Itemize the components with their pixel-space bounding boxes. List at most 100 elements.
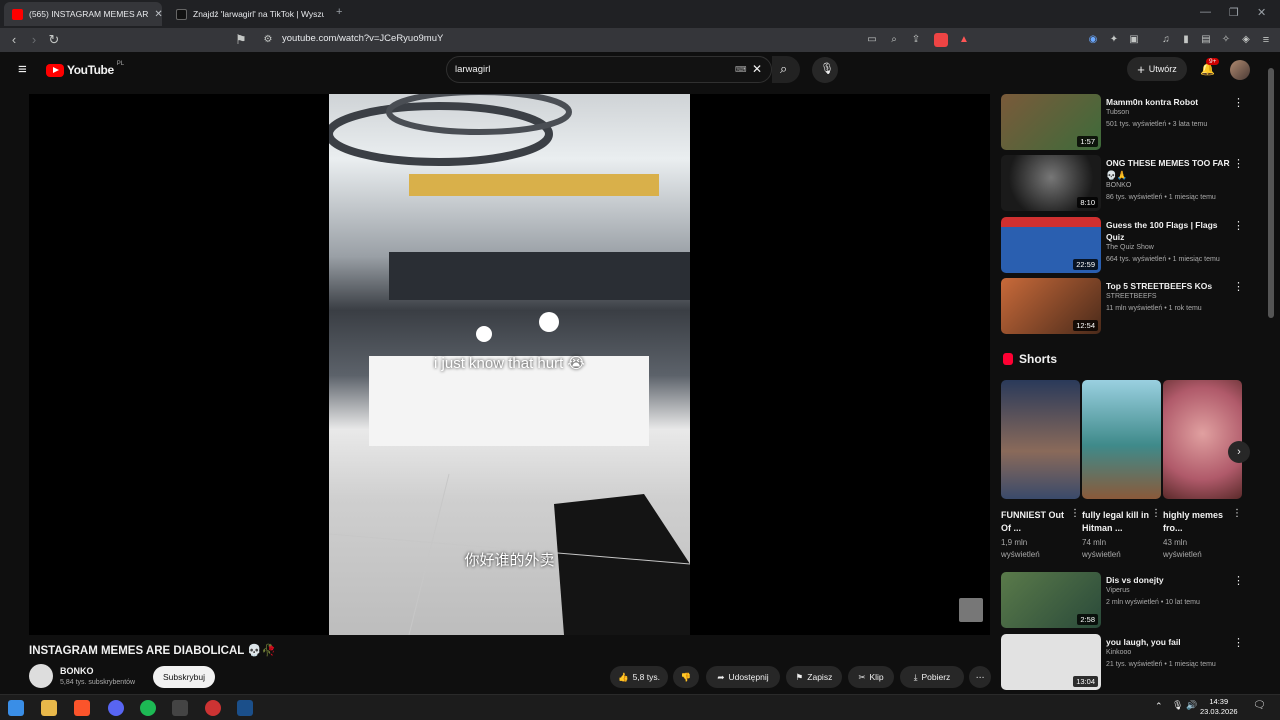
video-thumbnail[interactable]: 1:57 [1001, 94, 1101, 150]
video-title[interactable]: Mamm0n kontra Robot [1106, 96, 1231, 108]
cast-icon[interactable]: ▭ [864, 32, 880, 48]
voice-search-button[interactable]: 🎙 [812, 57, 838, 83]
video-title[interactable]: Guess the 100 Flags | Flags Quiz [1106, 219, 1231, 243]
more-vertical-icon[interactable]: ⋮ [1151, 508, 1161, 519]
channel-watermark-icon[interactable] [959, 598, 983, 622]
audio-playing-icon[interactable]: ◉ [1085, 32, 1101, 48]
forward-icon[interactable]: › [26, 32, 42, 48]
search-button[interactable]: ⌕ [772, 56, 800, 83]
channel-name[interactable]: BONKO [60, 666, 94, 676]
tray-chevron-up-icon[interactable]: ⌃ [1155, 701, 1163, 712]
recommendation-item[interactable]: 1:57 Mamm0n kontra Robot Tubson 501 tys.… [1001, 94, 1251, 152]
url-field[interactable]: youtube.com/watch?v=JCeRyuo9muY [282, 33, 443, 44]
tab-tiktok[interactable]: Znajdź 'larwagirl' na TikTok | Wyszuk [168, 2, 324, 26]
recommendation-item[interactable]: 13:04 you laugh, you fail Kinkooo 21 tys… [1001, 634, 1251, 692]
video-title[interactable]: you laugh, you fail [1106, 636, 1231, 648]
spotify-icon[interactable] [140, 700, 156, 716]
more-vertical-icon[interactable]: ⋮ [1233, 219, 1244, 232]
more-vertical-icon[interactable]: ⋮ [1233, 574, 1244, 587]
search-input[interactable]: larwagirl [455, 64, 490, 75]
more-vertical-icon[interactable]: ⋮ [1233, 280, 1244, 293]
vpn-icon[interactable]: ◈ [1238, 32, 1254, 48]
short-thumbnail[interactable] [1082, 380, 1161, 499]
download-button[interactable]: ⤓ Pobierz [900, 666, 964, 688]
wallet-icon[interactable]: ▤ [1198, 32, 1214, 48]
clear-search-icon[interactable]: ✕ [752, 62, 762, 76]
channel-name[interactable]: Kinkooo [1106, 649, 1131, 656]
close-window-icon[interactable]: ✕ [1257, 6, 1266, 19]
screenshot-icon[interactable]: ▣ [1126, 32, 1142, 48]
short-thumbnail[interactable] [1163, 380, 1242, 499]
discord-icon[interactable] [108, 700, 124, 716]
video-player[interactable]: i just know that hurt 😭 你好谁的外卖 [29, 94, 990, 635]
short-title[interactable]: highly memes fro... [1163, 509, 1231, 535]
search-box[interactable]: larwagirl ⌨ ✕ [446, 56, 772, 83]
short-title[interactable]: FUNNIEST Out Of ... [1001, 509, 1069, 535]
notification-center-icon[interactable]: 🗨 [1253, 700, 1266, 711]
new-tab-button[interactable]: + [336, 6, 342, 18]
back-icon[interactable]: ‹ [6, 32, 22, 48]
short-item[interactable]: FUNNIEST Out Of ... 1,9 mln wyświetleń ⋮ [1001, 380, 1080, 561]
hamburger-menu-icon[interactable]: ≡ [18, 61, 27, 78]
youtube-logo[interactable]: YouTube PL [46, 61, 124, 77]
video-frame[interactable]: i just know that hurt 😭 你好谁的外卖 [329, 94, 690, 635]
account-avatar[interactable] [1230, 60, 1250, 80]
recommendation-item[interactable]: 12:54 Top 5 STREETBEEFS KOs STREETBEEFS … [1001, 278, 1251, 336]
short-thumbnail[interactable] [1001, 380, 1080, 499]
channel-name[interactable]: Tubson [1106, 109, 1129, 116]
subscribe-button[interactable]: Subskrybuj [153, 666, 215, 688]
extensions-icon[interactable]: ✦ [1106, 32, 1122, 48]
channel-name[interactable]: BONKO [1106, 182, 1131, 189]
file-explorer-icon[interactable] [41, 700, 57, 716]
keyboard-icon[interactable]: ⌨ [735, 65, 747, 74]
recommendation-item[interactable]: 2:58 Dis vs donejty Viperus 2 mln wyświe… [1001, 572, 1251, 630]
short-item[interactable]: highly memes fro... 43 mln wyświetleń ⋮ [1163, 380, 1242, 561]
clip-button[interactable]: ✂ Klip [848, 666, 894, 688]
site-info-icon[interactable]: ⚙ [260, 32, 276, 48]
brave-rewards-icon[interactable]: ▲ [956, 32, 972, 48]
media-icon[interactable]: ♫ [1158, 32, 1174, 48]
channel-name[interactable]: The Quiz Show [1106, 244, 1154, 251]
like-button[interactable]: 👍 5,8 tys. [610, 666, 668, 688]
video-title[interactable]: ONG THESE MEMES TOO FAR 💀🙏 [1106, 157, 1231, 181]
shorts-next-button[interactable]: › [1228, 441, 1250, 463]
save-button[interactable]: ⚑ Zapisz [786, 666, 842, 688]
short-item[interactable]: fully legal kill in Hitman ... 74 mln wy… [1082, 380, 1161, 561]
microphone-tray-icon[interactable]: 🎙 [1172, 700, 1183, 711]
more-vertical-icon[interactable]: ⋮ [1233, 96, 1244, 109]
obs-icon[interactable] [205, 700, 221, 716]
video-thumbnail[interactable]: 2:58 [1001, 572, 1101, 628]
page-scrollbar[interactable] [1268, 68, 1274, 318]
channel-name[interactable]: STREETBEEFS [1106, 293, 1157, 300]
channel-name[interactable]: Viperus [1106, 587, 1130, 594]
sidebar-icon[interactable]: ▮ [1178, 32, 1194, 48]
recommendation-item[interactable]: 22:59 Guess the 100 Flags | Flags Quiz T… [1001, 217, 1251, 275]
start-windows-icon[interactable] [8, 700, 24, 716]
system-clock[interactable]: 14:39 23.03.2026 [1200, 697, 1238, 717]
video-thumbnail[interactable]: 8:10 [1001, 155, 1101, 211]
short-title[interactable]: fully legal kill in Hitman ... [1082, 509, 1150, 535]
tab-youtube[interactable]: (565) INSTAGRAM MEMES AR ✕ [4, 2, 162, 26]
close-tab-icon[interactable]: ✕ [154, 9, 162, 20]
channel-avatar[interactable] [29, 664, 53, 688]
app-icon[interactable] [172, 700, 188, 716]
more-vertical-icon[interactable]: ⋮ [1233, 636, 1244, 649]
recommendation-item[interactable]: 8:10 ONG THESE MEMES TOO FAR 💀🙏 BONKO 86… [1001, 155, 1251, 213]
more-vertical-icon[interactable]: ⋮ [1232, 508, 1242, 519]
minimize-icon[interactable]: — [1200, 6, 1211, 18]
video-thumbnail[interactable]: 13:04 [1001, 634, 1101, 690]
bookmark-icon[interactable]: ⚑ [233, 32, 249, 48]
zoom-icon[interactable]: ⌕ [886, 32, 902, 48]
steam-icon[interactable] [237, 700, 253, 716]
volume-icon[interactable]: 🔊 [1186, 700, 1197, 711]
create-button[interactable]: + Utwórz [1127, 57, 1187, 81]
dislike-button[interactable]: 👎 [673, 666, 699, 688]
share-button[interactable]: ➦ Udostępnij [706, 666, 780, 688]
leo-icon[interactable]: ✧ [1218, 32, 1234, 48]
video-thumbnail[interactable]: 12:54 [1001, 278, 1101, 334]
reload-icon[interactable]: ↻ [46, 32, 62, 48]
menu-icon[interactable]: ≡ [1258, 32, 1274, 48]
maximize-icon[interactable]: ❐ [1229, 6, 1239, 19]
more-vertical-icon[interactable]: ⋮ [1070, 508, 1080, 519]
video-title[interactable]: Top 5 STREETBEEFS KOs [1106, 280, 1231, 292]
